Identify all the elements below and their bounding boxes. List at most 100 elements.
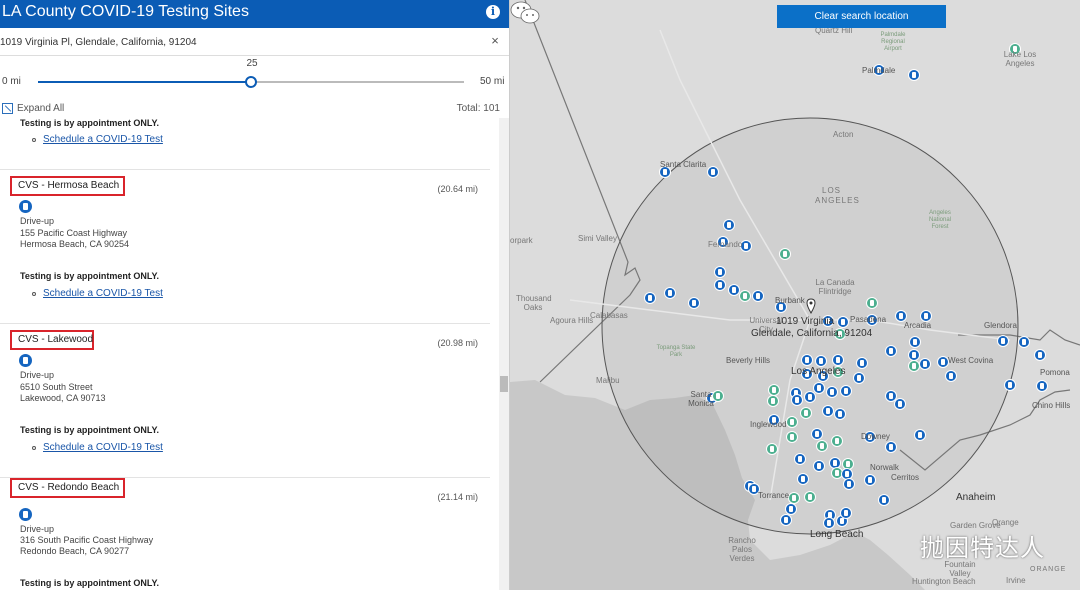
site-street: 316 South Pacific Coast Highway [20,535,154,545]
testing-site-marker[interactable] [853,372,865,384]
testing-site-marker[interactable] [714,266,726,278]
expand-all-button[interactable]: Expand All [17,103,64,114]
document-icon [835,438,839,444]
document-icon [783,251,787,257]
slider-thumb[interactable] [245,76,257,88]
expand-icon[interactable] [2,103,13,114]
close-icon[interactable]: × [488,34,502,48]
testing-site-marker[interactable] [723,219,735,231]
document-icon [833,460,837,466]
info-icon[interactable]: i [486,5,500,19]
schedule-test-link[interactable]: Schedule a COVID-19 Test [43,288,163,299]
testing-site-marker[interactable] [752,290,764,302]
testing-site-marker[interactable] [914,429,926,441]
testing-site-marker[interactable] [894,398,906,410]
radius-slider: 25 0 mi 50 mi [0,56,509,100]
testing-site-marker[interactable] [811,428,823,440]
testing-site-marker[interactable] [791,394,803,406]
document-icon [808,394,812,400]
testing-site-marker[interactable] [1036,380,1048,392]
testing-site-marker[interactable] [794,453,806,465]
testing-site-marker[interactable] [909,336,921,348]
clear-search-location-button[interactable]: Clear search location [777,5,946,28]
testing-site-marker[interactable] [885,441,897,453]
document-icon [792,495,796,501]
testing-site-marker[interactable] [919,358,931,370]
testing-site-marker[interactable] [878,494,890,506]
testing-site-marker[interactable] [843,478,855,490]
testing-site-marker[interactable] [800,407,812,419]
testing-site-marker[interactable] [831,435,843,447]
site-name[interactable]: CVS - Redondo Beach [10,478,125,498]
testing-site-marker[interactable] [823,517,835,529]
testing-site-marker[interactable] [644,292,656,304]
testing-site-marker[interactable] [813,460,825,472]
map-label-pasadena: Pasadena [850,315,887,324]
site-name[interactable]: CVS - Hermosa Beach [10,176,125,196]
map-label-lake-los-angeles: Lake Los Angeles [1003,50,1037,68]
testing-site-marker[interactable] [714,279,726,291]
document-icon [889,444,893,450]
testing-site-marker[interactable] [816,440,828,452]
map-label-irvine: Irvine [1006,576,1026,585]
testing-site-marker[interactable] [813,382,825,394]
testing-site-marker[interactable] [688,297,700,309]
search-location-pin-icon[interactable] [806,298,816,314]
testing-site-marker[interactable] [856,357,868,369]
testing-site-marker[interactable] [766,443,778,455]
map-label-glendora: Glendora [984,321,1017,330]
site-distance: (20.64 mi) [437,184,478,194]
map-label-rancho-palos-verdes: Rancho Palos Verdes [728,536,756,563]
testing-site-marker[interactable] [786,416,798,428]
document-icon [830,389,834,395]
testing-site-marker[interactable] [837,316,849,328]
testing-site-marker[interactable] [804,391,816,403]
testing-site-marker[interactable] [908,69,920,81]
testing-site-marker[interactable] [707,166,719,178]
testing-site-marker[interactable] [864,474,876,486]
testing-site-marker[interactable] [804,491,816,503]
testing-site-marker[interactable] [832,354,844,366]
testing-site-marker[interactable] [1004,379,1016,391]
appointment-note: Testing is by appointment ONLY. [20,118,160,128]
testing-site-marker[interactable] [1018,336,1030,348]
testing-site-marker[interactable] [797,473,809,485]
map-label-orange-county: ORANGE [1030,566,1067,573]
testing-site-marker[interactable] [885,345,897,357]
testing-site-marker[interactable] [997,335,1009,347]
document-icon [840,518,844,524]
list-item[interactable]: CVS - Lakewood (20.98 mi) Drive-up 6510 … [0,324,490,478]
testing-site-marker[interactable] [801,354,813,366]
testing-site-marker[interactable] [822,405,834,417]
results-scrollbar[interactable] [499,118,509,590]
schedule-test-link[interactable]: Schedule a COVID-19 Test [43,442,163,453]
testing-site-marker[interactable] [945,370,957,382]
list-item: Testing is by appointment ONLY. Schedule… [0,118,490,170]
testing-site-marker[interactable] [866,297,878,309]
testing-site-marker[interactable] [834,408,846,420]
testing-site-marker[interactable] [739,290,751,302]
testing-site-marker[interactable] [767,395,779,407]
address-search-input[interactable] [0,34,480,50]
testing-site-marker[interactable] [885,390,897,402]
list-item[interactable]: CVS - Redondo Beach (21.14 mi) Drive-up … [0,478,490,590]
list-item[interactable]: CVS - Hermosa Beach (20.64 mi) Drive-up … [0,170,490,324]
testing-sites-panel: LA County COVID-19 Testing Sites i × 25 … [0,0,510,590]
testing-site-marker[interactable] [1034,349,1046,361]
testing-site-marker[interactable] [786,431,798,443]
document-icon [19,354,32,367]
testing-site-marker[interactable] [840,385,852,397]
testing-site-marker[interactable] [840,507,852,519]
document-icon [804,410,808,416]
map-view[interactable]: Quartz Hill Palmdale Lake Los Angeles Pa… [510,0,1080,590]
site-name[interactable]: CVS - Lakewood [10,330,94,350]
slider-value: 25 [246,58,258,69]
testing-site-marker[interactable] [664,287,676,299]
document-icon [912,363,916,369]
scroll-thumb[interactable] [500,376,508,392]
testing-site-marker[interactable] [780,514,792,526]
testing-site-marker[interactable] [826,386,838,398]
search-address-line1: 1019 Virginia [776,316,835,327]
schedule-test-link[interactable]: Schedule a COVID-19 Test [43,134,163,145]
testing-site-marker[interactable] [779,248,791,260]
